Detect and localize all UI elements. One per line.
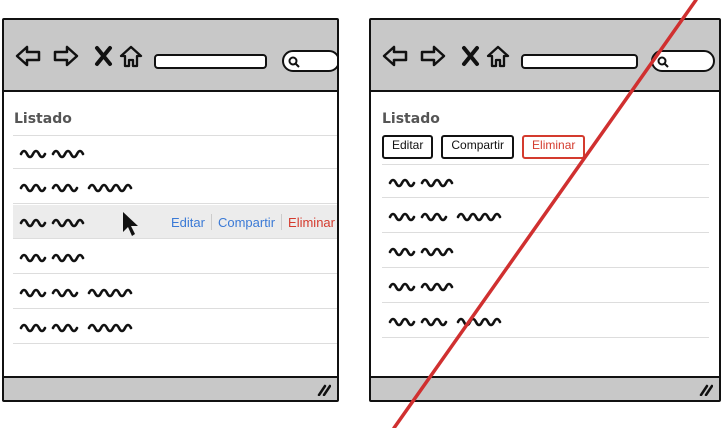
forward-arrow-icon[interactable] — [53, 44, 79, 68]
edit-button[interactable]: Editar — [382, 135, 434, 159]
list-item[interactable] — [13, 170, 337, 204]
list-item[interactable] — [13, 310, 337, 344]
browser-toolbar — [371, 20, 719, 92]
forward-arrow-icon[interactable] — [420, 44, 446, 68]
scribble-text — [388, 317, 502, 327]
list-item[interactable] — [382, 199, 709, 233]
close-x-icon[interactable] — [91, 44, 117, 68]
search-icon — [657, 56, 669, 68]
scribble-text — [388, 178, 454, 188]
action-toolbar: Editar Compartir Eliminar — [382, 135, 586, 159]
search-input[interactable] — [282, 50, 337, 72]
home-icon[interactable] — [118, 44, 144, 68]
scribble-text — [388, 282, 454, 292]
resize-grip-icon[interactable] — [699, 384, 713, 396]
scribble-text — [388, 247, 454, 257]
page-title: Listado — [382, 111, 440, 127]
address-bar[interactable] — [521, 54, 638, 69]
back-arrow-icon[interactable] — [382, 44, 408, 68]
delete-link[interactable]: Eliminar — [282, 215, 335, 230]
search-input[interactable] — [651, 50, 715, 72]
list-item[interactable] — [382, 234, 709, 268]
scribble-text — [19, 253, 85, 263]
browser-window-left: Listado Editar Compartir Eliminar — [2, 18, 339, 402]
scribble-text — [19, 323, 133, 333]
search-icon — [288, 56, 300, 68]
list-item[interactable] — [13, 275, 337, 309]
scribble-text — [19, 149, 85, 159]
list-item[interactable] — [382, 164, 709, 198]
browser-window-right: Listado Editar Compartir Eliminar — [369, 18, 721, 402]
status-bar — [371, 376, 719, 400]
row-actions: Editar Compartir Eliminar — [165, 205, 335, 239]
share-button[interactable]: Compartir — [441, 135, 515, 159]
status-bar — [4, 376, 337, 400]
list-item[interactable] — [382, 269, 709, 303]
scribble-text — [388, 212, 502, 222]
scribble-text — [19, 218, 85, 228]
close-x-icon[interactable] — [458, 44, 484, 68]
address-bar[interactable] — [154, 54, 267, 69]
list-item[interactable] — [382, 304, 709, 338]
mouse-pointer-icon — [123, 212, 138, 236]
resize-grip-icon[interactable] — [317, 384, 331, 396]
delete-button[interactable]: Eliminar — [522, 135, 586, 159]
scribble-text — [19, 183, 133, 193]
share-link[interactable]: Compartir — [212, 215, 281, 230]
edit-link[interactable]: Editar — [165, 215, 211, 230]
list-item[interactable] — [13, 135, 337, 169]
back-arrow-icon[interactable] — [15, 44, 41, 68]
browser-toolbar — [4, 20, 337, 92]
page-title: Listado — [14, 111, 72, 127]
scribble-text — [19, 288, 133, 298]
list-item[interactable] — [13, 240, 337, 274]
list-item-selected[interactable]: Editar Compartir Eliminar — [13, 205, 337, 239]
home-icon[interactable] — [485, 44, 511, 68]
